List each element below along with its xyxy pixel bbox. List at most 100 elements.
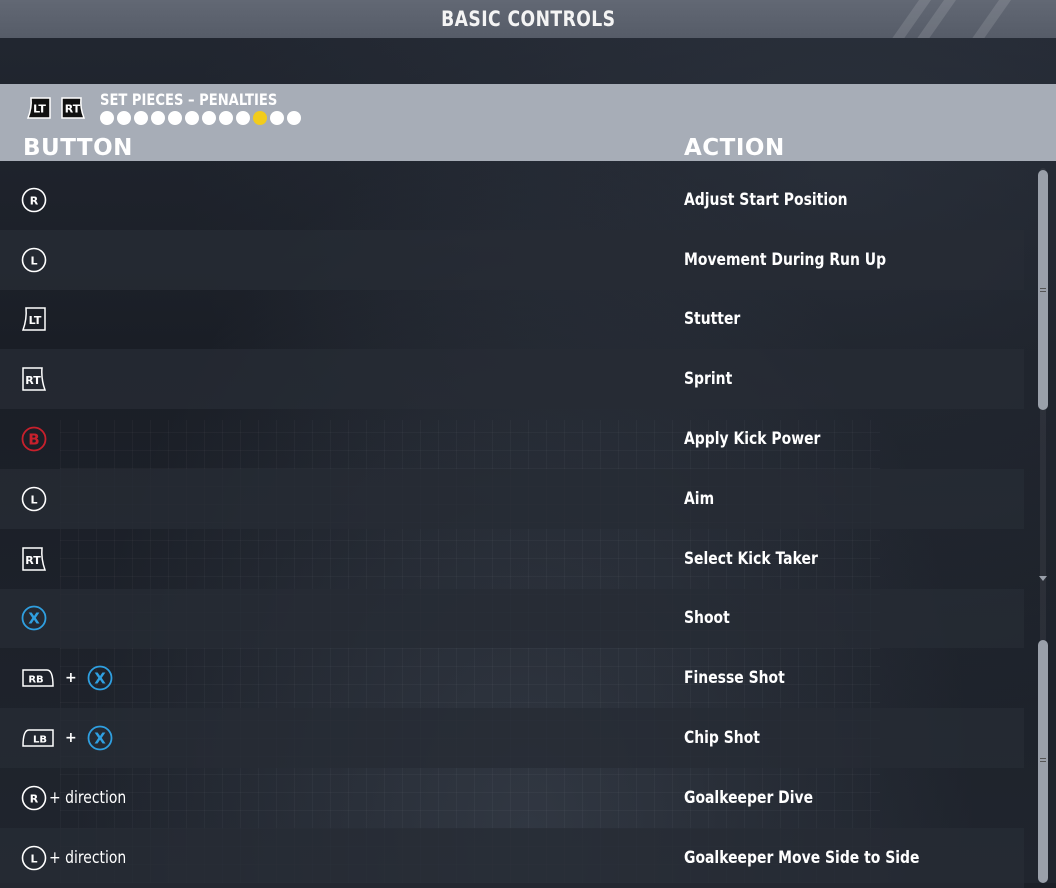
control-row[interactable]: L + direction Goalkeeper Move Side to Side	[0, 827, 1024, 888]
lt-tab-icon[interactable]: LT	[26, 96, 52, 120]
button-cell: B	[21, 409, 47, 469]
button-cell: L	[21, 469, 47, 529]
control-row[interactable]: L Movement During Run Up	[0, 229, 1024, 290]
scrollbar[interactable]	[1036, 168, 1050, 883]
control-row[interactable]: LT Stutter	[0, 290, 1024, 350]
svg-text:RT: RT	[25, 554, 41, 567]
action-label: Goalkeeper Move Side to Side	[684, 847, 920, 868]
title-bar: BASIC CONTROLS	[0, 0, 1056, 38]
svg-text:LB: LB	[33, 735, 47, 746]
scroll-grip	[1040, 288, 1046, 289]
plus-sign: +	[65, 730, 77, 747]
action-label: Sprint	[684, 369, 733, 390]
button-cell: L + direction	[21, 828, 143, 888]
section-label: SET PIECES – PENALTIES	[100, 90, 278, 109]
action-label: Goalkeeper Dive	[684, 787, 814, 808]
control-row[interactable]: L Aim	[0, 468, 1024, 529]
rt-icon: RT	[22, 546, 47, 571]
button-cell: R	[21, 170, 47, 230]
action-label: Select Kick Taker	[684, 548, 818, 569]
controls-list: R Adjust Start Position L Movement During R…	[0, 170, 1024, 888]
action-label: Finesse Shot	[684, 668, 785, 689]
svg-text:L: L	[30, 254, 37, 267]
button-cell: X	[21, 589, 47, 649]
action-label: Aim	[684, 488, 715, 509]
lb-icon: LB	[22, 729, 54, 747]
rb-icon: RB	[22, 669, 54, 688]
scroll-thumb[interactable]	[1038, 170, 1048, 410]
plus-sign: +	[65, 670, 77, 687]
scroll-grip	[1040, 761, 1046, 762]
scroll-thumb-lower[interactable]	[1038, 640, 1048, 883]
svg-text:B: B	[28, 431, 39, 449]
action-label: Chip Shot	[684, 728, 760, 749]
column-header-button: BUTTON	[23, 135, 133, 161]
button-cell: LB + X	[21, 708, 113, 768]
svg-text:X: X	[94, 670, 106, 688]
page-dot	[219, 111, 233, 125]
action-label: Shoot	[684, 608, 730, 629]
scroll-grip	[1040, 758, 1046, 759]
lt-icon: LT	[21, 307, 46, 332]
page-dot	[168, 111, 182, 125]
b-icon: B	[21, 426, 47, 452]
svg-text:X: X	[28, 610, 40, 628]
scroll-grip	[1040, 291, 1046, 292]
page-dot	[236, 111, 250, 125]
r-stick-icon: R	[21, 785, 47, 811]
control-row[interactable]: R Adjust Start Position	[0, 170, 1024, 230]
page-dot	[202, 111, 216, 125]
control-row[interactable]: RT Sprint	[0, 349, 1024, 410]
button-cell: L	[21, 230, 47, 290]
action-label: Apply Kick Power	[684, 429, 821, 450]
button-cell: RT	[21, 349, 47, 409]
page-dot	[117, 111, 131, 125]
page-dot	[100, 111, 114, 125]
svg-text:X: X	[94, 730, 106, 748]
button-modifier-text: + direction	[49, 787, 127, 808]
button-cell: RT	[21, 529, 47, 589]
page-title: BASIC CONTROLS	[440, 7, 616, 31]
action-label: Adjust Start Position	[684, 189, 848, 210]
x-icon: X	[87, 665, 113, 691]
button-cell: R + direction	[21, 768, 143, 828]
svg-text:R: R	[30, 194, 39, 207]
svg-text:RT: RT	[25, 374, 41, 387]
action-label: Movement During Run Up	[684, 249, 887, 270]
page-dot	[185, 111, 199, 125]
control-row[interactable]: RT Select Kick Taker	[0, 529, 1024, 589]
svg-text:L: L	[30, 493, 37, 506]
title-stripe	[963, 0, 1019, 38]
control-row[interactable]: LB + X Chip Shot	[0, 708, 1024, 768]
control-row[interactable]: B Apply Kick Power	[0, 409, 1024, 469]
page-dot	[287, 111, 301, 125]
page-dot	[151, 111, 165, 125]
button-cell: LT	[21, 290, 47, 350]
svg-text:RB: RB	[28, 675, 43, 686]
l-stick-icon: L	[21, 845, 47, 870]
scroll-arrow-icon[interactable]	[1039, 576, 1047, 582]
control-row[interactable]: R + direction Goalkeeper Dive	[0, 768, 1024, 828]
x-icon: X	[87, 725, 113, 751]
action-label: Stutter	[684, 309, 741, 330]
page-indicator	[100, 111, 301, 125]
l-stick-icon: L	[21, 486, 47, 512]
page-dot	[270, 111, 284, 125]
rt-tab-icon[interactable]: RT	[60, 96, 86, 120]
svg-text:LT: LT	[33, 103, 46, 116]
page-dot-active	[253, 111, 267, 125]
svg-text:LT: LT	[29, 314, 42, 327]
svg-text:RT: RT	[65, 103, 81, 116]
l-stick-icon: L	[21, 247, 47, 272]
page-dot	[134, 111, 148, 125]
control-row[interactable]: X Shoot	[0, 588, 1024, 649]
button-modifier-text: + direction	[49, 847, 127, 868]
rt-icon: RT	[22, 367, 47, 392]
svg-text:L: L	[30, 852, 37, 865]
button-cell: RB + X	[21, 648, 113, 708]
x-icon: X	[21, 606, 47, 631]
column-header-action: ACTION	[684, 135, 785, 161]
r-stick-icon: R	[21, 187, 47, 213]
svg-text:R: R	[30, 792, 39, 805]
control-row[interactable]: RB + X Finesse Shot	[0, 648, 1024, 708]
